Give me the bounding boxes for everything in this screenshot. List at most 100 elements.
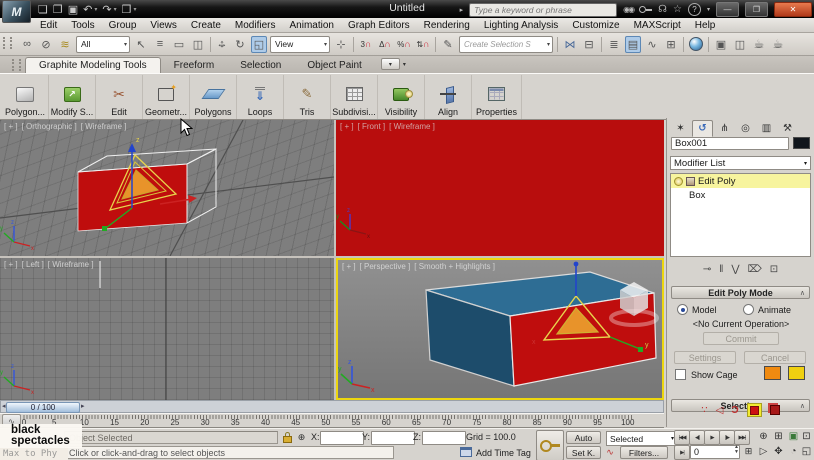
utilities-tab-icon[interactable]: ⚒ xyxy=(778,121,797,136)
ribbon-button-align[interactable]: Align xyxy=(425,75,472,119)
cage-selected-color-swatch[interactable] xyxy=(788,366,805,380)
ribbon-tab[interactable]: Freeform xyxy=(161,58,228,73)
edit-poly-mode-rollout-header[interactable]: Edit Poly Mode∧ xyxy=(671,286,810,299)
key-step-toggle[interactable]: ▶| xyxy=(674,445,690,460)
rendered-frame-window-icon[interactable]: ◫ xyxy=(732,36,748,53)
show-end-result-icon[interactable]: ‖ xyxy=(719,264,723,275)
auto-key-button[interactable]: Auto xyxy=(566,431,601,444)
zoom-extents-all-icon[interactable]: ⊡ xyxy=(799,430,814,443)
cage-color-swatch[interactable] xyxy=(764,366,781,380)
menu-item[interactable]: Modifiers xyxy=(228,20,283,31)
ribbon-button-polygons[interactable]: Polygons xyxy=(190,75,237,119)
ribbon-minimize-icon[interactable]: ▾ xyxy=(381,58,400,70)
help-icon[interactable]: ? xyxy=(688,3,701,16)
viewport-name-label[interactable]: [ Perspective ] xyxy=(360,262,411,271)
field-of-view-icon[interactable]: ▷ xyxy=(756,445,771,458)
ribbon-button-loops[interactable]: ⇓ Loops xyxy=(237,75,284,119)
mirror-icon[interactable]: ⋈ xyxy=(562,36,578,53)
angle-snap-icon[interactable]: Δ∩ xyxy=(377,36,393,53)
viewport-menu-icon[interactable]: [ + ] xyxy=(340,122,354,131)
time-slider-left-arrow[interactable]: ◂ xyxy=(2,402,6,410)
menu-item[interactable]: Edit xyxy=(33,20,64,31)
ribbon-tab[interactable]: Graphite Modeling Tools xyxy=(25,57,161,73)
modifier-enabled-bulb-icon[interactable] xyxy=(674,177,683,186)
viewport-shading-label[interactable]: [ Wireframe ] xyxy=(48,260,94,269)
menu-item[interactable]: Views xyxy=(143,20,184,31)
viewport-name-label[interactable]: [ Orthographic ] xyxy=(22,122,77,131)
modify-tab-icon[interactable]: ↺ xyxy=(692,120,713,137)
rollup-icon[interactable]: ∧ xyxy=(800,287,805,300)
select-and-rotate-icon[interactable]: ↻ xyxy=(232,36,248,53)
favorites-star-icon[interactable]: ☆ xyxy=(673,4,682,15)
ribbon-tab[interactable]: Object Paint xyxy=(294,58,374,73)
object-color-swatch[interactable] xyxy=(793,137,810,149)
z-coordinate-field[interactable] xyxy=(422,431,466,445)
render-iterative-teapot-icon[interactable]: ☕ xyxy=(770,36,786,53)
absolute-mode-icon[interactable]: ⊕ xyxy=(295,431,308,444)
viewport-menu-icon[interactable]: [ + ] xyxy=(4,122,18,131)
track-bar[interactable]: 0510152025303540455055606570758085909510… xyxy=(0,413,664,428)
project-folder-icon[interactable]: ❒ xyxy=(122,3,132,16)
redo-dropdown-icon[interactable]: ▾ xyxy=(114,6,117,13)
key-filter-dropdown[interactable]: Selected▾ xyxy=(606,431,678,446)
menu-item[interactable]: MAXScript xyxy=(627,20,688,31)
select-and-manipulate-icon[interactable]: ⊹ xyxy=(333,36,349,53)
set-key-mode-button[interactable] xyxy=(536,430,564,460)
select-by-name-icon[interactable]: ≡ xyxy=(152,36,168,53)
configure-modifier-sets-icon[interactable]: ⊡ xyxy=(770,264,778,275)
toolbar-grip[interactable] xyxy=(3,37,12,49)
menu-item[interactable]: Customize xyxy=(565,20,626,31)
zoom-all-icon[interactable]: ⊞ xyxy=(771,430,786,443)
minimize-button[interactable]: — xyxy=(716,2,739,17)
filters-button[interactable]: Filters... xyxy=(620,446,668,459)
search-icon[interactable]: ◉◉ xyxy=(623,5,633,14)
settings-button[interactable]: Settings xyxy=(674,351,736,364)
viewport-front[interactable]: [ + ] [ Front ] [ Wireframe ] z x y xyxy=(336,120,664,256)
select-and-link-icon[interactable]: ∞ xyxy=(19,36,35,53)
ribbon-button-polygon-modeling[interactable]: Polygon... xyxy=(2,75,49,119)
time-slider[interactable]: ◂ 0 / 100 ▸ xyxy=(0,400,664,413)
select-object-icon[interactable]: ↖ xyxy=(133,36,149,53)
show-cage-checkbox[interactable] xyxy=(675,369,686,380)
model-radio[interactable] xyxy=(677,304,688,315)
open-file-icon[interactable]: ❐ xyxy=(53,3,63,16)
time-slider-right-arrow[interactable]: ▸ xyxy=(81,402,85,410)
animate-radio[interactable] xyxy=(743,304,754,315)
application-menu-button[interactable]: M xyxy=(2,0,31,23)
bind-to-space-warp-icon[interactable]: ≋ xyxy=(57,36,73,53)
current-frame-field[interactable]: 0 xyxy=(690,445,740,459)
object-name-field[interactable]: Box001 xyxy=(671,137,789,150)
go-to-end-button[interactable]: ▶▶| xyxy=(734,430,750,445)
viewport-orthographic[interactable]: [ + ] [ Orthographic ] [ Wireframe ] xyxy=(0,120,334,256)
maximize-button[interactable]: ❐ xyxy=(745,2,768,17)
ribbon-button-visibility[interactable]: Visibility xyxy=(378,75,425,119)
rectangular-selection-region-icon[interactable]: ▭ xyxy=(171,36,187,53)
vertex-subobject-icon[interactable]: ∵ xyxy=(701,405,707,416)
previous-frame-button[interactable]: ◀|| xyxy=(689,430,705,445)
render-setup-icon[interactable]: ▣ xyxy=(713,36,729,53)
ribbon-button-edit[interactable]: ✂ Edit xyxy=(96,75,143,119)
menu-item[interactable]: Tools xyxy=(64,20,101,31)
viewport-shading-label[interactable]: [ Wireframe ] xyxy=(389,122,435,131)
hierarchy-tab-icon[interactable]: ⋔ xyxy=(715,121,734,136)
project-dropdown-icon[interactable]: ▾ xyxy=(134,6,137,13)
menu-item[interactable]: Lighting Analysis xyxy=(477,20,566,31)
ribbon-overflow-icon[interactable]: ▾ xyxy=(403,61,406,68)
menu-item[interactable]: Create xyxy=(184,20,228,31)
y-coordinate-field[interactable] xyxy=(371,431,415,445)
ribbon-button-tris[interactable]: ✎ Tris xyxy=(284,75,331,119)
schematic-view-icon[interactable]: ⊞ xyxy=(663,36,679,53)
element-subobject-icon[interactable] xyxy=(770,405,780,415)
spinner-snap-icon[interactable]: ⇅∩ xyxy=(415,36,431,53)
create-tab-icon[interactable]: ✶ xyxy=(671,121,690,136)
menu-item[interactable]: Rendering xyxy=(417,20,477,31)
commit-button[interactable]: Commit xyxy=(703,332,779,345)
ribbon-button-properties[interactable]: Properties xyxy=(472,75,522,119)
x-coordinate-field[interactable] xyxy=(320,431,364,445)
viewport-perspective[interactable]: [ + ] [ Perspective ] [ Smooth + Highlig… xyxy=(336,258,664,400)
set-key-button[interactable]: Set K. xyxy=(566,446,601,459)
modifier-stack-item-box[interactable]: Box xyxy=(671,188,810,202)
remove-modifier-icon[interactable]: ⌦ xyxy=(748,264,762,275)
ribbon-button-geometry-all[interactable]: ✦ Geometr... xyxy=(143,75,190,119)
modifier-stack-item-edit-poly[interactable]: Edit Poly xyxy=(671,174,810,188)
